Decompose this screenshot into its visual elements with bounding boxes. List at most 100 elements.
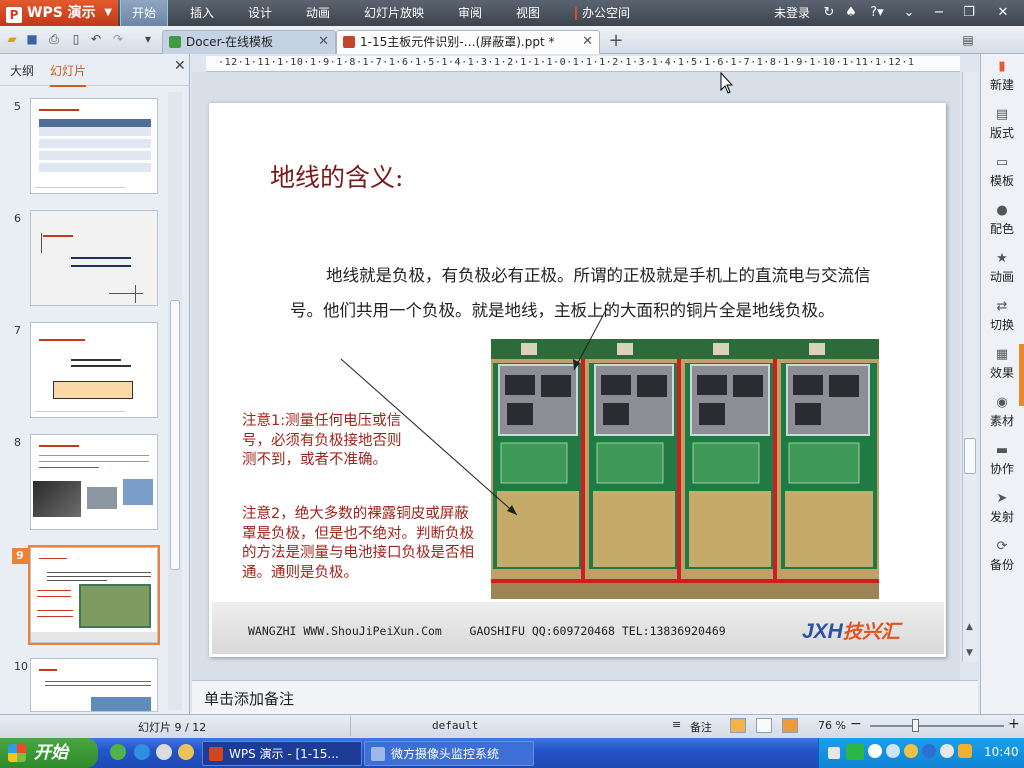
- rightbar-backup[interactable]: ⟳ 备份: [980, 540, 1024, 573]
- rightbar-new[interactable]: ▮ 新建: [980, 60, 1024, 93]
- print-preview-icon[interactable]: ▯: [68, 31, 84, 47]
- refresh-icon[interactable]: ↻: [820, 0, 838, 26]
- open-folder-icon[interactable]: ▰: [4, 31, 20, 47]
- thumbnail-number: 10: [14, 660, 28, 673]
- notes-placeholder[interactable]: 单击添加备注: [204, 688, 294, 709]
- collab-icon: ▬: [995, 443, 1009, 458]
- zoom-out-icon[interactable]: −: [850, 716, 862, 732]
- app-name: WPS 演示: [27, 5, 96, 21]
- rightbar-template[interactable]: ▭ 模板: [980, 156, 1024, 189]
- slide-thumbnail-7[interactable]: [30, 322, 158, 418]
- zoom-level[interactable]: 76 %: [818, 719, 846, 732]
- quicklaunch-icon-1[interactable]: [110, 744, 126, 760]
- rightbar-effect[interactable]: ▦ 效果: [980, 348, 1024, 381]
- slide-sorter-view-icon[interactable]: [756, 718, 772, 733]
- rightbar-animation[interactable]: ★ 动画: [980, 252, 1024, 285]
- rightbar-launch[interactable]: ➤ 发射: [980, 492, 1024, 525]
- tray-icon[interactable]: [886, 744, 900, 758]
- redo-icon[interactable]: ↷: [110, 31, 126, 47]
- ie-browser-icon[interactable]: [134, 744, 150, 760]
- quick-access-dropdown-icon[interactable]: ▾: [140, 31, 156, 47]
- notes-pane[interactable]: [192, 680, 978, 714]
- help-icon[interactable]: ?▾: [866, 0, 888, 26]
- tab-list-icon[interactable]: ▤: [960, 32, 976, 48]
- launch-icon: ➤: [996, 491, 1008, 506]
- vertical-scrollbar[interactable]: [962, 72, 978, 662]
- docer-icon: [169, 36, 181, 48]
- login-status[interactable]: 未登录: [774, 0, 810, 26]
- ppt-file-icon: [343, 36, 355, 48]
- menu-review[interactable]: 审阅: [446, 0, 494, 26]
- zoom-slider-knob[interactable]: [912, 719, 919, 732]
- taskbar-wps-item[interactable]: WPS 演示 - [1-15...: [202, 741, 362, 766]
- slide-thumbnail-9[interactable]: [30, 547, 158, 643]
- thumbnail-number: 6: [14, 212, 21, 225]
- rightbar-switch[interactable]: ⇄ 切换: [980, 300, 1024, 333]
- undo-icon[interactable]: ↶: [88, 31, 104, 47]
- rightbar-label: 配色: [989, 222, 1014, 236]
- menu-design[interactable]: 设计: [236, 0, 284, 26]
- tray-icon[interactable]: [904, 744, 918, 758]
- thumbnail-scroll-thumb[interactable]: [170, 300, 180, 570]
- slideshow-view-icon[interactable]: [782, 718, 798, 733]
- rightbar-material[interactable]: ◉ 素材: [980, 396, 1024, 429]
- task-label: 微方摄像头监控系统: [391, 747, 500, 761]
- wps-app-menu-button[interactable]: P WPS 演示 ▼: [0, 0, 118, 26]
- thumbnail-number: 5: [14, 100, 21, 113]
- rightbar-collab[interactable]: ▬ 协作: [980, 444, 1024, 477]
- rightbar-label: 动画: [989, 270, 1014, 284]
- vertical-scroll-thumb[interactable]: [964, 438, 976, 474]
- slide-thumbnail-8[interactable]: [30, 434, 158, 530]
- shirt-skin-icon[interactable]: ♠: [842, 0, 860, 26]
- security-shield-icon[interactable]: [958, 744, 972, 758]
- tray-icon[interactable]: [922, 744, 936, 758]
- chevron-down-icon[interactable]: ⌄: [900, 0, 918, 26]
- slide-thumbnail-10[interactable]: [30, 658, 158, 712]
- menu-home[interactable]: 开始: [120, 0, 168, 26]
- close-icon[interactable]: ✕: [174, 58, 186, 74]
- next-slide-icon[interactable]: ▼: [966, 648, 973, 658]
- save-icon[interactable]: ■: [24, 31, 40, 47]
- rightbar-layout[interactable]: ▤ 版式: [980, 108, 1024, 141]
- slide-thumbnail-5[interactable]: [30, 98, 158, 194]
- restore-icon[interactable]: ❐: [960, 0, 978, 26]
- print-icon[interactable]: ⎙: [46, 31, 62, 47]
- palette-icon: ●: [996, 203, 1008, 218]
- taskbar-camera-item[interactable]: 微方摄像头监控系统: [364, 741, 534, 766]
- tray-app-icon[interactable]: [846, 744, 864, 760]
- new-tab-plus-icon[interactable]: +: [606, 30, 626, 52]
- slide-thumbnail-6[interactable]: [30, 210, 158, 306]
- zoom-slider-track[interactable]: [870, 725, 1004, 727]
- menu-insert[interactable]: 插入: [178, 0, 226, 26]
- close-window-icon[interactable]: ✕: [994, 0, 1012, 26]
- new-icon: ▮: [998, 59, 1006, 74]
- menu-animation[interactable]: 动画: [294, 0, 342, 26]
- tab-outline[interactable]: 大纲: [10, 62, 34, 79]
- rightbar-palette[interactable]: ● 配色: [980, 204, 1024, 237]
- normal-view-icon[interactable]: [730, 718, 746, 733]
- zoom-in-icon[interactable]: +: [1008, 716, 1020, 732]
- effect-icon: ▦: [995, 347, 1009, 362]
- close-icon[interactable]: ✕: [582, 31, 593, 53]
- volume-icon[interactable]: [940, 744, 954, 758]
- tab-docer-templates[interactable]: Docer-在线模板 ✕: [162, 30, 336, 54]
- menu-view[interactable]: 视图: [504, 0, 552, 26]
- logo-chinese: 技兴汇: [842, 622, 900, 643]
- tray-icon[interactable]: [868, 744, 882, 758]
- minimize-icon[interactable]: −: [930, 0, 948, 26]
- menu-office-space[interactable]: 办公空间: [580, 0, 632, 26]
- menu-slideshow[interactable]: 幻灯片放映: [356, 0, 432, 26]
- notes-toggle-button[interactable]: 备注: [690, 719, 712, 735]
- tab-slides[interactable]: 幻灯片: [50, 62, 87, 87]
- close-icon[interactable]: ✕: [318, 31, 329, 53]
- tab-current-presentation[interactable]: 1-15主板元件识别-…(屏蔽罩).ppt * ✕: [336, 30, 600, 54]
- show-desktop-icon[interactable]: [178, 744, 194, 760]
- quicklaunch-icon-3[interactable]: [156, 744, 172, 760]
- logo-latin: JXH: [802, 620, 843, 643]
- keyboard-icon[interactable]: [828, 747, 840, 759]
- dropdown-arrow-icon: ▼: [104, 7, 112, 18]
- prev-slide-icon[interactable]: ▲: [966, 622, 973, 632]
- tab-label: 1-15主板元件识别-…(屏蔽罩).ppt *: [360, 35, 555, 49]
- status-divider: [350, 716, 351, 736]
- notes-toggle-icon[interactable]: ≡: [672, 718, 681, 731]
